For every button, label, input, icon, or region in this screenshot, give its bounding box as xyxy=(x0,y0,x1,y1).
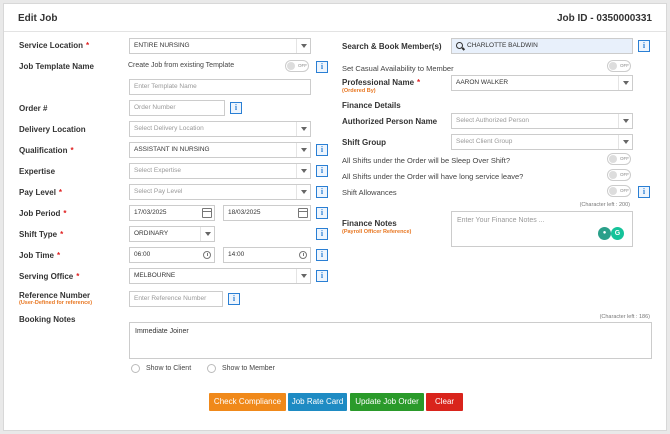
order-number-input[interactable]: Order Number xyxy=(129,100,225,116)
info-icon[interactable]: i xyxy=(230,102,242,114)
job-rate-card-button[interactable]: Job Rate Card xyxy=(288,393,347,411)
info-icon[interactable]: i xyxy=(316,270,328,282)
show-to-member-label: Show to Member xyxy=(222,365,275,372)
shift-type-label: Shift Type * xyxy=(19,230,64,239)
clock-icon[interactable] xyxy=(203,251,211,259)
chevron-down-icon xyxy=(618,135,632,149)
clock-icon[interactable] xyxy=(299,251,307,259)
reference-number-label: Reference Number xyxy=(19,291,91,300)
clear-button[interactable]: Clear xyxy=(426,393,463,411)
chevron-down-icon xyxy=(296,122,310,136)
shift-allowances-toggle[interactable]: OFF xyxy=(607,185,631,197)
professional-name-label: Professional Name * xyxy=(342,78,421,87)
template-toggle[interactable]: OFF xyxy=(285,60,309,72)
reference-number-sublabel: (User-Defined for reference) xyxy=(19,300,93,306)
chevron-down-icon xyxy=(296,143,310,157)
booking-notes-label: Booking Notes xyxy=(19,315,76,324)
info-icon[interactable]: i xyxy=(316,165,328,177)
long-service-toggle[interactable]: OFF xyxy=(607,169,631,181)
job-time-label: Job Time * xyxy=(19,251,61,260)
info-icon[interactable]: i xyxy=(228,293,240,305)
info-icon[interactable]: i xyxy=(316,144,328,156)
job-id: Job ID - 0350000331 xyxy=(556,13,652,24)
info-icon[interactable]: i xyxy=(316,207,328,219)
shift-group-select[interactable]: Select Client Group xyxy=(451,134,633,150)
qualification-label: Qualification * xyxy=(19,146,74,155)
info-icon[interactable]: i xyxy=(316,186,328,198)
info-icon[interactable]: i xyxy=(638,40,650,52)
update-job-order-button[interactable]: Update Job Order xyxy=(350,393,424,411)
show-to-client-checkbox[interactable] xyxy=(131,364,140,373)
shift-type-select[interactable]: ORDINARY xyxy=(129,226,215,242)
show-to-client-label: Show to Client xyxy=(146,365,192,372)
info-icon[interactable]: i xyxy=(316,228,328,240)
finance-notes-label: Finance Notes xyxy=(342,219,397,228)
calendar-icon[interactable] xyxy=(298,208,308,218)
start-time-input[interactable]: 06:00 xyxy=(129,247,215,263)
edit-job-card: Edit Job Job ID - 0350000331 Service Loc… xyxy=(3,3,667,431)
pay-level-select[interactable]: Select Pay Level xyxy=(129,184,311,200)
chevron-down-icon xyxy=(296,39,310,53)
job-template-label: Job Template Name xyxy=(19,62,94,71)
search-member-label: Search & Book Member(s) xyxy=(342,42,442,51)
casual-availability-label: Set Casual Availability to Member xyxy=(342,64,454,73)
authorized-person-select[interactable]: Select Authorized Person xyxy=(451,113,633,129)
chevron-down-icon xyxy=(296,185,310,199)
shift-group-label: Shift Group xyxy=(342,138,386,147)
chevron-down-icon xyxy=(296,164,310,178)
professional-name-select[interactable]: AARON WALKER xyxy=(451,75,633,91)
sleep-over-label: All Shifts under the Order will be Sleep… xyxy=(342,156,510,165)
chevron-down-icon xyxy=(200,227,214,241)
grammarly-icon[interactable]: G xyxy=(611,227,624,240)
service-location-select[interactable]: ENTIRE NURSING xyxy=(129,38,311,54)
info-icon[interactable]: i xyxy=(316,249,328,261)
start-date-input[interactable]: 17/03/2025 xyxy=(129,205,215,221)
shift-allowances-label: Shift Allowances xyxy=(342,188,397,197)
lightbulb-icon[interactable]: ● xyxy=(598,227,611,240)
delivery-location-label: Delivery Location xyxy=(19,125,86,134)
finance-details-heading: Finance Details xyxy=(342,101,401,110)
check-compliance-button[interactable]: Check Compliance xyxy=(209,393,286,411)
expertise-label: Expertise xyxy=(19,167,56,176)
calendar-icon[interactable] xyxy=(202,208,212,218)
qualification-select[interactable]: ASSISTANT IN NURSING xyxy=(129,142,311,158)
search-member-input[interactable]: CHARLOTTE BALDWIN xyxy=(451,38,633,54)
reference-number-input[interactable]: Enter Reference Number xyxy=(129,291,223,307)
finance-notes-char-left: (Character left : 200) xyxy=(579,202,630,208)
service-location-label: Service Location * xyxy=(19,41,90,50)
delivery-location-select[interactable]: Select Delivery Location xyxy=(129,121,311,137)
serving-office-select[interactable]: MELBOURNE xyxy=(129,268,311,284)
booking-notes-textarea[interactable]: Immediate Joiner xyxy=(129,322,652,359)
search-icon xyxy=(456,42,463,49)
serving-office-label: Serving Office * xyxy=(19,272,80,281)
finance-notes-sublabel: (Payroll Officer Reference) xyxy=(342,229,412,235)
chevron-down-icon xyxy=(618,114,632,128)
chevron-down-icon xyxy=(296,269,310,283)
show-to-member-checkbox[interactable] xyxy=(207,364,216,373)
page-title: Edit Job xyxy=(18,13,58,24)
create-from-template-label: Create Job from existing Template xyxy=(128,62,235,69)
professional-name-sublabel: (Ordered By) xyxy=(342,88,376,94)
template-name-input[interactable]: Enter Template Name xyxy=(129,79,311,95)
casual-availability-toggle[interactable]: OFF xyxy=(607,60,631,72)
info-icon[interactable]: i xyxy=(316,61,328,73)
end-date-input[interactable]: 18/03/2025 xyxy=(223,205,311,221)
booking-notes-char-left: (Character left : 186) xyxy=(599,314,650,320)
header-divider xyxy=(4,31,666,32)
expertise-select[interactable]: Select Expertise xyxy=(129,163,311,179)
pay-level-label: Pay Level * xyxy=(19,188,63,197)
chevron-down-icon xyxy=(618,76,632,90)
order-label: Order # xyxy=(19,104,48,113)
info-icon[interactable]: i xyxy=(638,186,650,198)
sleep-over-toggle[interactable]: OFF xyxy=(607,153,631,165)
authorized-person-label: Authorized Person Name xyxy=(342,117,438,126)
end-time-input[interactable]: 14:00 xyxy=(223,247,311,263)
job-period-label: Job Period * xyxy=(19,209,67,218)
long-service-label: All Shifts under the Order will have lon… xyxy=(342,172,524,181)
